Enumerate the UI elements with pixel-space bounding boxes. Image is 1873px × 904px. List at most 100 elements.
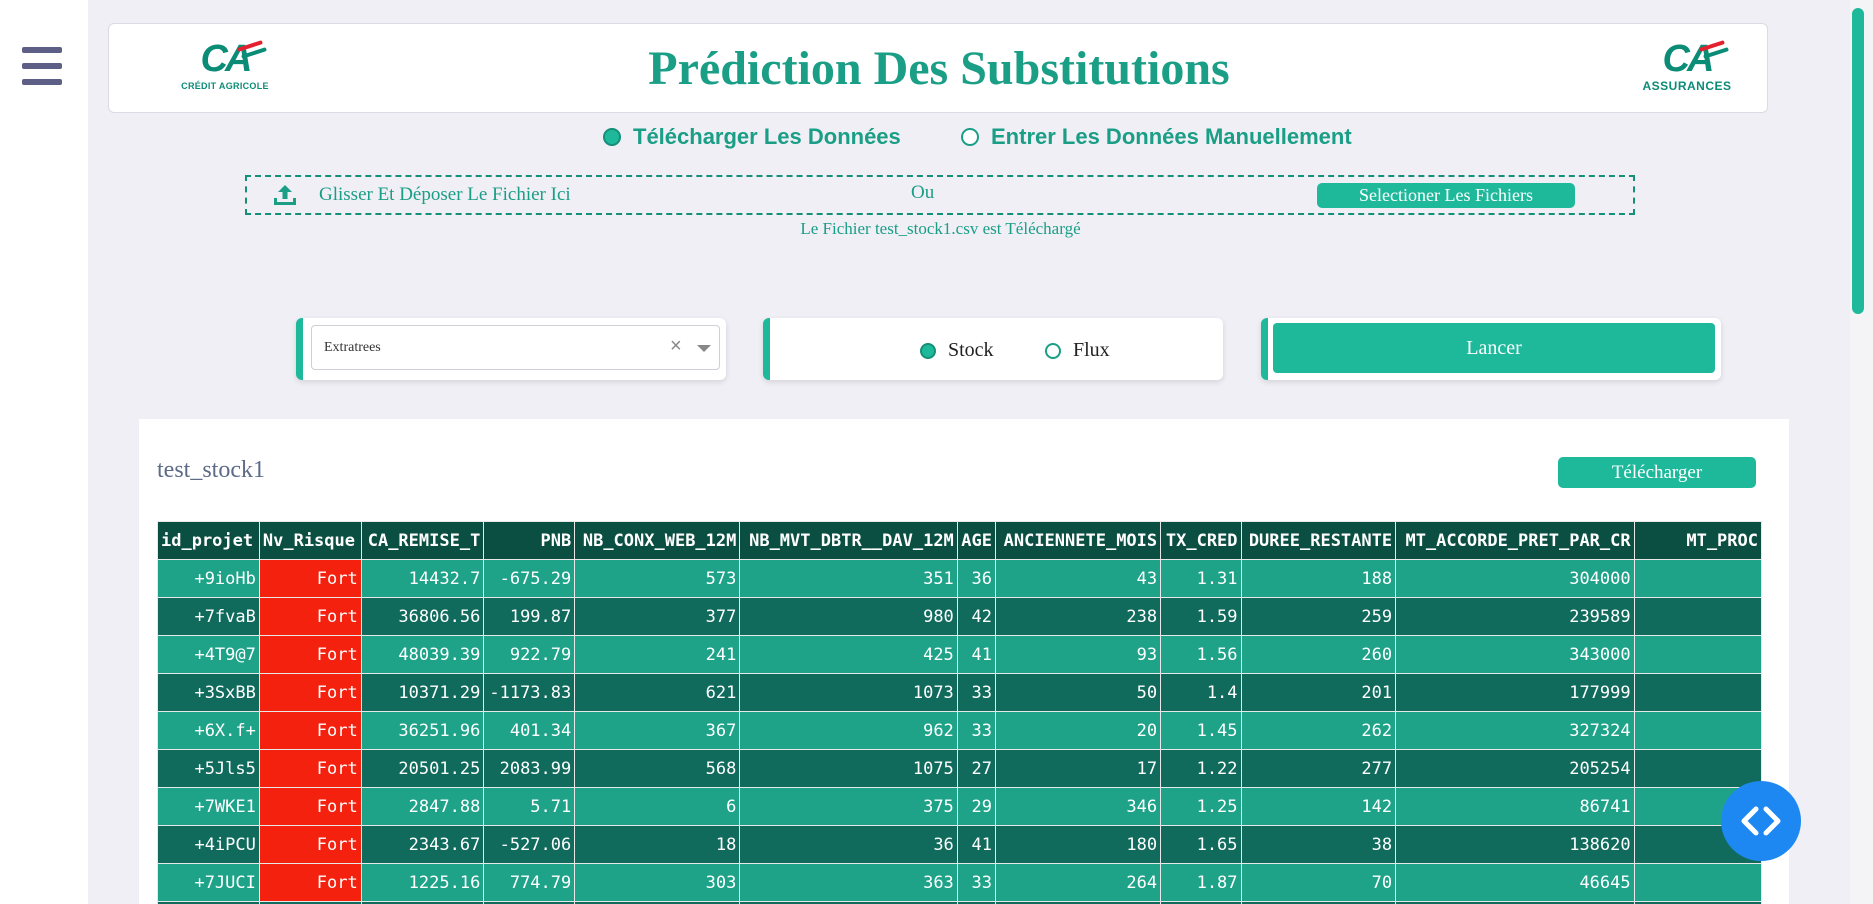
model-select[interactable]: Extratrees × bbox=[311, 325, 720, 370]
risk-cell: Fort bbox=[258, 635, 362, 674]
table-cell: 367 bbox=[574, 711, 741, 750]
file-dropzone[interactable]: Glisser Et Déposer Le Fichier Ici Ou Sel… bbox=[245, 175, 1635, 215]
column-header[interactable]: NB_MVT_DBTR__DAV_12M bbox=[739, 521, 958, 560]
table-cell: +4iPCU bbox=[157, 825, 260, 864]
table-cell: 1.65 bbox=[1160, 825, 1242, 864]
table-cell: 42 bbox=[956, 597, 997, 636]
radio-dot-upload[interactable] bbox=[603, 128, 621, 146]
upload-icon bbox=[274, 185, 296, 205]
table-cell: +7JUCI bbox=[157, 863, 260, 902]
data-type-card: Stock Flux bbox=[763, 318, 1223, 380]
table-row[interactable]: +6X.f+ Fort 36251.96 401.34 367 962 33 20 1.45 26… bbox=[157, 711, 1762, 750]
table-cell: 363 bbox=[739, 863, 958, 902]
column-header[interactable]: id_projet bbox=[157, 521, 260, 560]
model-select-value: Extratrees bbox=[324, 340, 381, 355]
table-cell: 201 bbox=[1240, 673, 1397, 712]
column-header[interactable]: Nv_Risque bbox=[258, 521, 362, 560]
radio-dot-manual[interactable] bbox=[961, 128, 979, 146]
table-cell: 138620 bbox=[1395, 825, 1635, 864]
download-button[interactable]: Télécharger bbox=[1558, 457, 1756, 488]
table-cell: 1.31 bbox=[1160, 559, 1242, 598]
table-cell: 922.79 bbox=[483, 635, 576, 674]
column-header[interactable]: MT_PROC bbox=[1633, 521, 1762, 560]
radio-stock[interactable]: Stock bbox=[920, 339, 994, 362]
table-cell: 304000 bbox=[1395, 559, 1635, 598]
table-cell: 43 bbox=[995, 559, 1162, 598]
scrollbar-thumb[interactable] bbox=[1852, 8, 1864, 314]
table-cell: 1.59 bbox=[1160, 597, 1242, 636]
table-row[interactable]: +9ioHb Fort 14432.7 -675.29 573 351 36 43 1.31 18… bbox=[157, 559, 1762, 598]
table-cell: 17 bbox=[995, 749, 1162, 788]
code-brackets-icon[interactable] bbox=[1721, 781, 1801, 861]
risk-cell: Fort bbox=[258, 749, 362, 788]
table-cell: 46645 bbox=[1395, 863, 1635, 902]
table-cell: 1075 bbox=[739, 749, 958, 788]
results-table-scroll[interactable]: id_projet Nv_Risque CA_REMISE_T PNB NB_CONX_… bbox=[157, 521, 1762, 904]
table-cell: 10371.29 bbox=[360, 673, 485, 712]
table-cell: 33 bbox=[956, 711, 997, 750]
table-cell: 573 bbox=[574, 559, 741, 598]
table-cell: 36251.96 bbox=[360, 711, 485, 750]
risk-cell: Fort bbox=[258, 597, 362, 636]
table-cell bbox=[1633, 711, 1762, 750]
radio-dot-stock[interactable] bbox=[920, 342, 936, 359]
table-row[interactable]: +4T9@7 Fort 48039.39 922.79 241 425 41 93 1.56 26… bbox=[157, 635, 1762, 674]
table-row[interactable]: +7JUCI Fort 1225.16 774.79 303 363 33 264 1.87 70… bbox=[157, 863, 1762, 902]
table-row[interactable]: +4iPCU Fort 2343.67 -527.06 18 36 41 180 1.65 38 1… bbox=[157, 825, 1762, 864]
table-row[interactable]: +3SxBB Fort 10371.29 -1173.83 621 1073 33 50 1.4… bbox=[157, 673, 1762, 712]
table-cell bbox=[1633, 635, 1762, 674]
table-cell: 20 bbox=[995, 711, 1162, 750]
table-cell: 33 bbox=[956, 673, 997, 712]
table-cell: 1225.16 bbox=[360, 863, 485, 902]
column-header[interactable]: DUREE_RESTANTE bbox=[1240, 521, 1397, 560]
radio-flux[interactable]: Flux bbox=[1045, 339, 1110, 362]
table-cell: 2847.88 bbox=[360, 787, 485, 826]
clear-icon[interactable]: × bbox=[670, 335, 682, 358]
column-header[interactable]: TX_CRED bbox=[1160, 521, 1242, 560]
table-cell: 205254 bbox=[1395, 749, 1635, 788]
table-cell: 86741 bbox=[1395, 787, 1635, 826]
sidebar bbox=[0, 0, 88, 904]
table-name: test_stock1 bbox=[157, 457, 265, 483]
select-files-button[interactable]: Selectioner Les Fichiers bbox=[1317, 183, 1575, 208]
column-header[interactable]: CA_REMISE_T bbox=[360, 521, 485, 560]
column-header[interactable]: MT_ACCORDE_PRET_PAR_CR bbox=[1395, 521, 1635, 560]
table-cell: 425 bbox=[739, 635, 958, 674]
table-cell: 1.56 bbox=[1160, 635, 1242, 674]
table-cell: 2083.99 bbox=[483, 749, 576, 788]
table-row[interactable]: +5Jls5 Fort 20501.25 2083.99 568 1075 27 17 1.22… bbox=[157, 749, 1762, 788]
radio-manual-entry[interactable]: Entrer Les Données Manuellement bbox=[961, 124, 1352, 150]
table-row[interactable]: +7fvaB Fort 36806.56 199.87 377 980 42 238 1.59 2… bbox=[157, 597, 1762, 636]
chevron-down-icon[interactable] bbox=[697, 345, 711, 352]
table-cell: 1.22 bbox=[1160, 749, 1242, 788]
table-cell: 277 bbox=[1240, 749, 1397, 788]
table-cell bbox=[1633, 749, 1762, 788]
table-cell: 177999 bbox=[1395, 673, 1635, 712]
table-cell: 14432.7 bbox=[360, 559, 485, 598]
table-cell: 260 bbox=[1240, 635, 1397, 674]
table-cell: 36 bbox=[956, 559, 997, 598]
table-cell: 180 bbox=[995, 825, 1162, 864]
table-cell: 1073 bbox=[739, 673, 958, 712]
column-header[interactable]: PNB bbox=[483, 521, 576, 560]
table-cell: 27 bbox=[956, 749, 997, 788]
column-header[interactable]: ANCIENNETE_MOIS bbox=[995, 521, 1162, 560]
column-header[interactable]: AGE bbox=[956, 521, 997, 560]
risk-cell: Fort bbox=[258, 711, 362, 750]
table-cell: 241 bbox=[574, 635, 741, 674]
table-cell: +3SxBB bbox=[157, 673, 260, 712]
column-header[interactable]: NB_CONX_WEB_12M bbox=[574, 521, 741, 560]
table-cell: 980 bbox=[739, 597, 958, 636]
run-button[interactable]: Lancer bbox=[1273, 323, 1715, 373]
dropzone-or: Ou bbox=[911, 182, 935, 203]
table-row[interactable]: +7WKE1 Fort 2847.88 5.71 6 375 29 346 1.25 142 867… bbox=[157, 787, 1762, 826]
table-cell: 303 bbox=[574, 863, 741, 902]
table-cell: 142 bbox=[1240, 787, 1397, 826]
dropzone-label: Glisser Et Déposer Le Fichier Ici bbox=[319, 184, 571, 205]
table-cell: 346 bbox=[995, 787, 1162, 826]
table-cell: 36806.56 bbox=[360, 597, 485, 636]
radio-dot-flux[interactable] bbox=[1045, 342, 1061, 359]
table-cell: -1173.83 bbox=[483, 673, 576, 712]
radio-upload-data[interactable]: Télécharger Les Données bbox=[603, 124, 901, 150]
hamburger-menu-icon[interactable] bbox=[22, 47, 62, 85]
